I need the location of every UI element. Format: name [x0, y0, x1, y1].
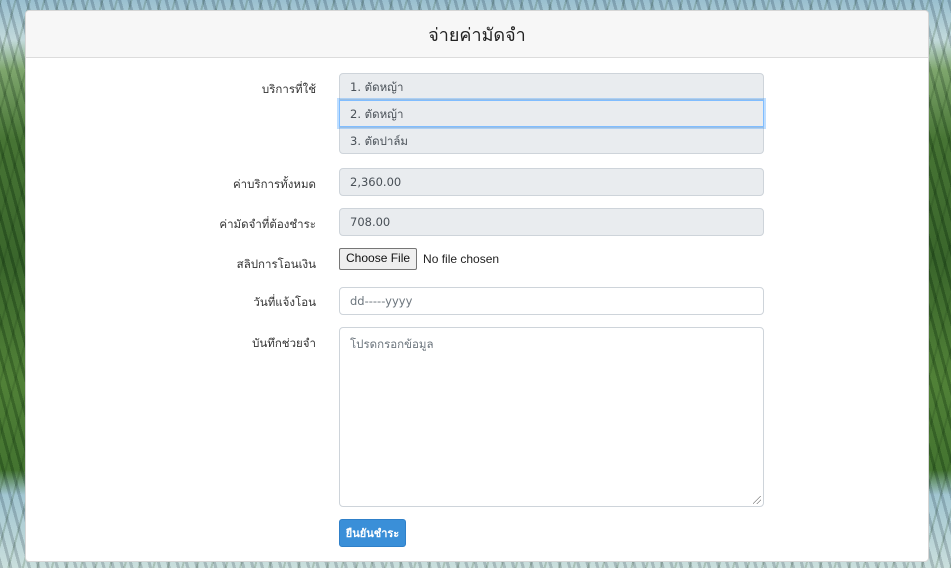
deposit-label: ค่ามัดจำที่ต้องชำระ — [219, 217, 316, 231]
services-label: บริการที่ใช้ — [261, 82, 316, 96]
transfer-date-label: วันที่แจ้งโอน — [253, 295, 316, 309]
resize-grip-icon[interactable] — [753, 496, 761, 504]
deposit-field: 708.00 — [339, 208, 764, 236]
service-item-2[interactable]: 2. ตัดหญ้า — [339, 100, 764, 127]
memo-row: บันทึกช่วยจำ โปรดกรอกข้อมูล — [26, 327, 928, 507]
memo-label: บันทึกช่วยจำ — [252, 336, 316, 350]
payment-card: จ่ายค่ามัดจำ บริการที่ใช้ 1. ตัดหญ้า 2. … — [25, 10, 929, 562]
page-title: จ่ายค่ามัดจำ — [26, 11, 928, 58]
service-item-3[interactable]: 3. ตัดปาล์ม — [339, 127, 764, 154]
memo-textarea[interactable]: โปรดกรอกข้อมูล — [339, 327, 764, 507]
services-list: 1. ตัดหญ้า 2. ตัดหญ้า 3. ตัดปาล์ม — [339, 73, 764, 154]
file-status-text: No file chosen — [423, 252, 500, 266]
transfer-date-input[interactable]: dd-----yyyy — [339, 287, 764, 315]
total-cost-label: ค่าบริการทั้งหมด — [232, 177, 316, 191]
confirm-payment-button[interactable]: ยืนยันชำระ — [339, 519, 406, 547]
service-item-1[interactable]: 1. ตัดหญ้า — [339, 73, 764, 100]
memo-placeholder: โปรดกรอกข้อมูล — [350, 337, 434, 351]
submit-wrap: ยืนยันชำระ — [339, 519, 406, 547]
slip-upload: Choose File No file chosen — [339, 248, 764, 270]
choose-file-button[interactable]: Choose File — [339, 248, 418, 270]
slip-label: สลิปการโอนเงิน — [236, 257, 316, 271]
total-cost-field: 2,360.00 — [339, 168, 764, 196]
